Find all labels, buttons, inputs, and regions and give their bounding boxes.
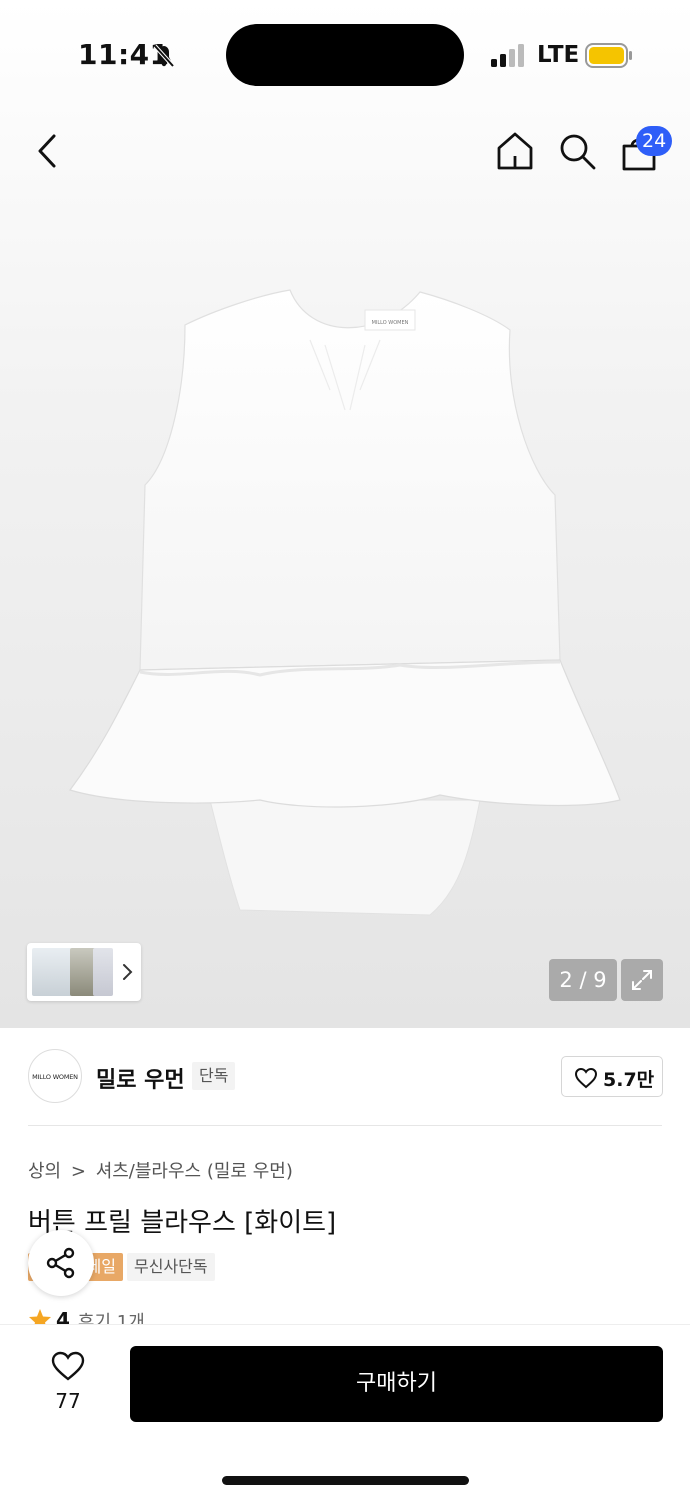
- heart-icon: [51, 1351, 85, 1381]
- svg-text:MILLO WOMEN: MILLO WOMEN: [372, 320, 409, 326]
- thumbnail-strip[interactable]: [27, 943, 141, 1001]
- thumbnail-image[interactable]: [93, 948, 113, 996]
- wishlist-count: 77: [55, 1389, 81, 1413]
- chevron-right-icon[interactable]: [121, 961, 135, 983]
- product-image[interactable]: MILLO WOMEN: [60, 280, 630, 930]
- image-page-counter: 2 / 9: [549, 959, 617, 1001]
- wishlist-button[interactable]: 77: [36, 1349, 100, 1419]
- heart-icon: [574, 1067, 598, 1089]
- breadcrumb-subcategory[interactable]: 셔츠/블라우스 (밀로 우먼): [96, 1161, 293, 1182]
- signal-icon: [491, 44, 524, 67]
- exclusive-badge: 무신사단독: [127, 1253, 215, 1281]
- network-label: LTE: [537, 42, 580, 68]
- expand-icon: [632, 970, 652, 990]
- divider: [28, 1125, 662, 1126]
- thumbnail-image[interactable]: [32, 948, 72, 996]
- dynamic-island: [226, 24, 464, 86]
- share-button[interactable]: [28, 1230, 94, 1296]
- battery-icon: [585, 43, 632, 68]
- bell-slash-icon: [153, 44, 175, 68]
- share-icon: [46, 1247, 75, 1279]
- bottom-action-bar: 77 구매하기: [0, 1324, 690, 1500]
- breadcrumb-category[interactable]: 상의: [28, 1161, 61, 1182]
- breadcrumb: 상의 > 셔츠/블라우스 (밀로 우먼): [28, 1157, 297, 1183]
- product-image-area: MILLO WOMEN 24 2 / 9: [0, 0, 690, 1028]
- back-icon[interactable]: [30, 130, 66, 172]
- expand-image-button[interactable]: [621, 959, 663, 1001]
- cart-count-badge[interactable]: 24: [636, 126, 673, 156]
- brand-like-button[interactable]: 5.7만: [561, 1056, 663, 1097]
- home-icon[interactable]: [494, 130, 536, 172]
- buy-button[interactable]: 구매하기: [130, 1346, 663, 1422]
- brand-name[interactable]: 밀로 우먼: [96, 1062, 185, 1094]
- breadcrumb-separator: >: [70, 1161, 86, 1182]
- brand-like-count: 5.7만: [603, 1069, 655, 1091]
- brand-logo[interactable]: MILLO WOMEN: [28, 1049, 82, 1103]
- home-indicator[interactable]: [222, 1476, 469, 1485]
- search-icon[interactable]: [556, 130, 598, 172]
- status-bar: 11:41 LTE: [0, 0, 690, 110]
- brand-exclusive-tag: 단독: [192, 1062, 236, 1090]
